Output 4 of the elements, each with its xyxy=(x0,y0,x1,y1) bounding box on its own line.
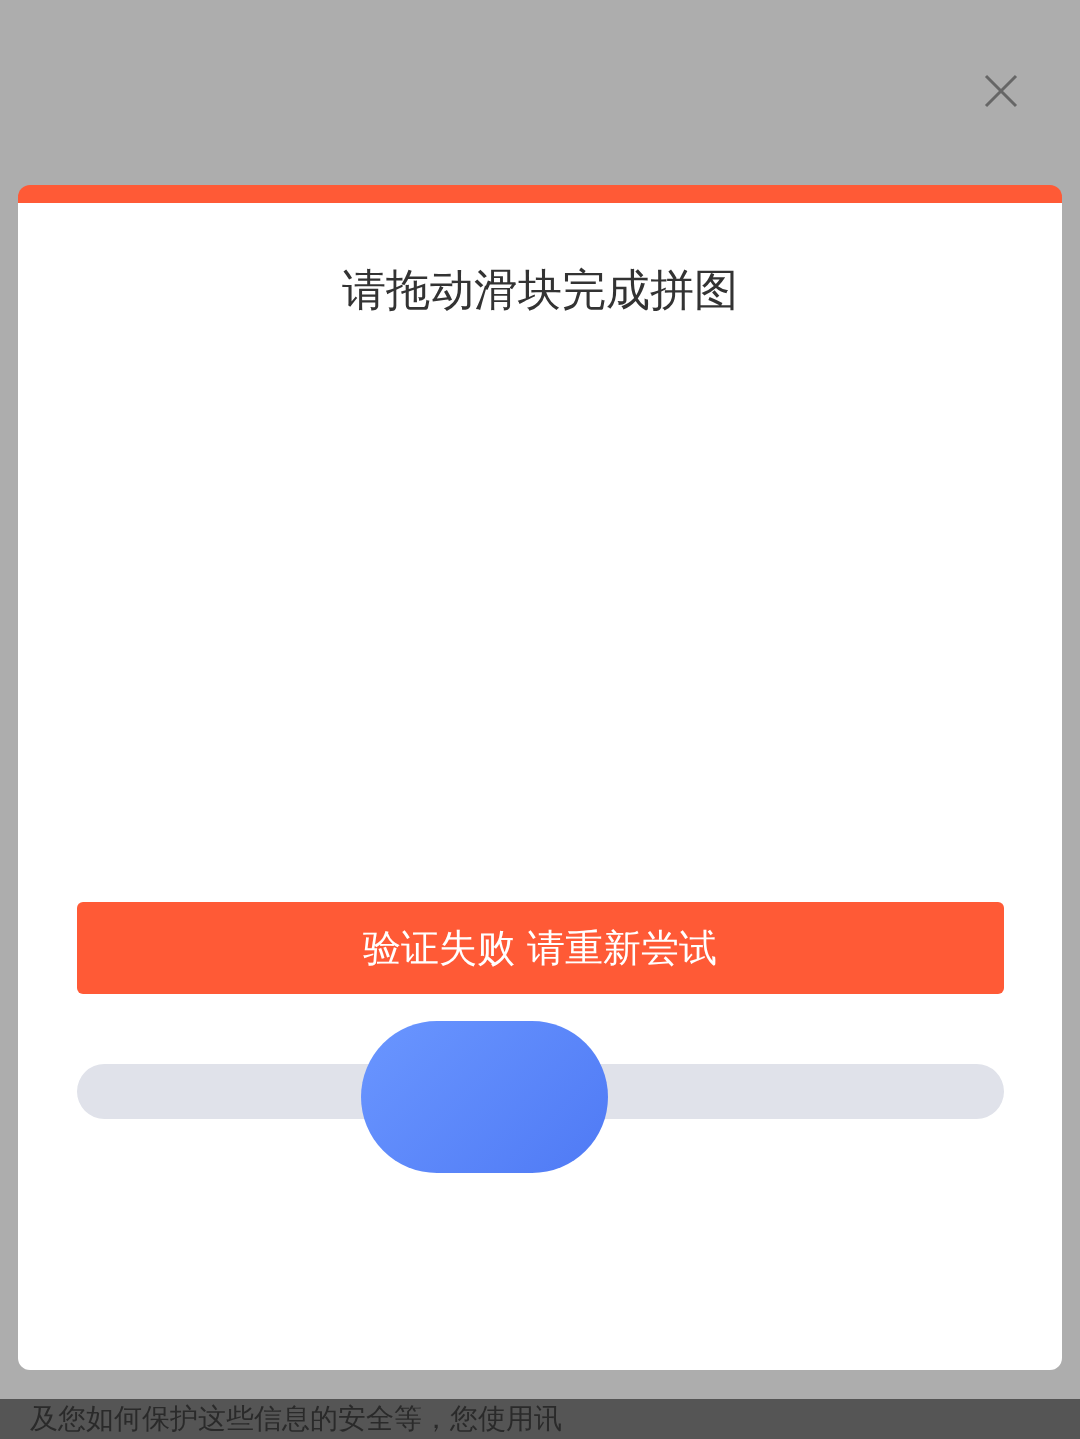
close-icon[interactable] xyxy=(984,74,1018,108)
slider-track[interactable] xyxy=(76,1021,1004,1173)
dialog-title: 请拖动滑块完成拼图 xyxy=(342,263,738,317)
error-banner: 验证失败 请重新尝试 xyxy=(76,902,1004,994)
